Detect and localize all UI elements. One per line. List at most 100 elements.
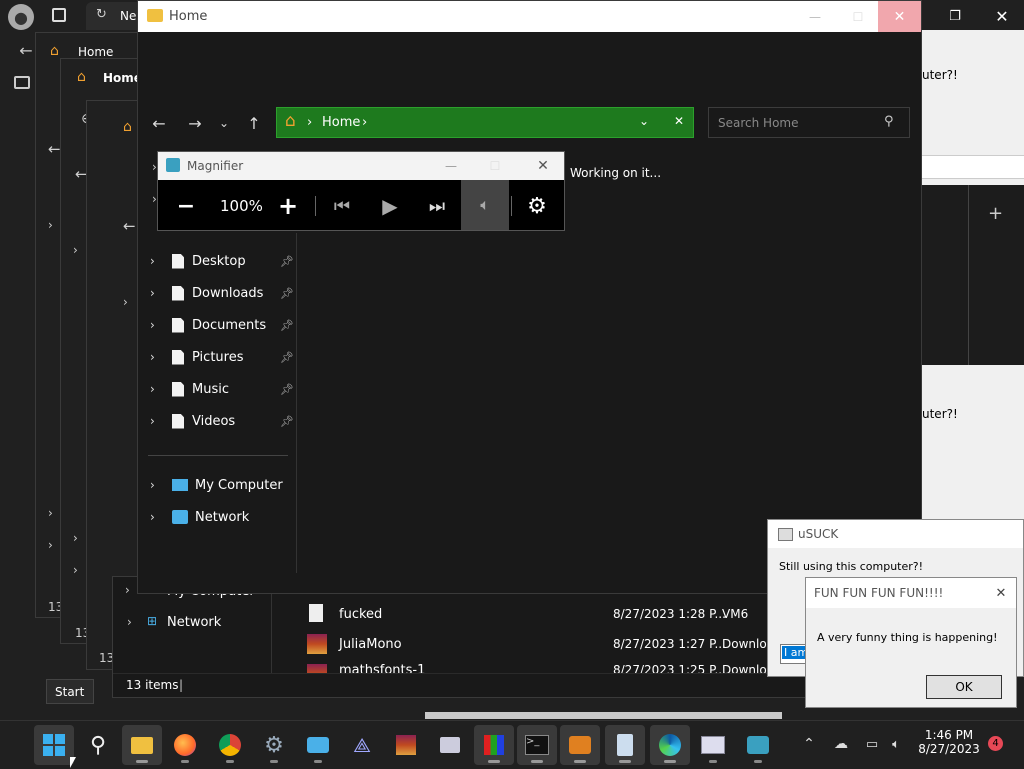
- zoom-out-button[interactable]: −: [172, 192, 200, 220]
- clock[interactable]: 1:46 PM 8/27/2023: [914, 728, 984, 762]
- back-arrow-icon[interactable]: ←: [146, 113, 172, 133]
- dialog-message: A very funny thing is happening!: [817, 631, 998, 644]
- expand-chevron-icon[interactable]: ›: [150, 382, 170, 396]
- game-button[interactable]: [474, 725, 514, 765]
- expand-chevron-icon[interactable]: ›: [150, 414, 170, 428]
- network-tool-button[interactable]: [298, 725, 338, 765]
- sidebar-item-music[interactable]: › Music 📌︎: [150, 374, 294, 404]
- tab-actions-icon[interactable]: [52, 8, 66, 22]
- scrollbar-thumb[interactable]: [425, 712, 782, 719]
- sidebar-item-network[interactable]: › Network: [150, 502, 249, 532]
- back-arrow-icon[interactable]: ←: [48, 140, 61, 158]
- expand-chevron-icon[interactable]: ›: [150, 510, 170, 524]
- computer-icon: [172, 479, 188, 491]
- address-trailing-chevron[interactable]: ›: [362, 115, 367, 130]
- sidebar-item-my-computer[interactable]: › My Computer: [150, 470, 283, 500]
- expand-chevron-icon[interactable]: ›: [48, 218, 53, 232]
- search-box[interactable]: Search Home ⚲: [708, 107, 910, 138]
- close-icon[interactable]: ✕: [528, 152, 558, 180]
- up-arrow-icon[interactable]: ↑: [242, 113, 266, 133]
- volume-icon[interactable]: 🔈︎: [886, 734, 906, 754]
- forward-arrow-icon[interactable]: →: [182, 113, 208, 133]
- pin-icon[interactable]: 📌︎: [280, 287, 294, 300]
- chrome-button[interactable]: [210, 725, 250, 765]
- expand-chevron-icon[interactable]: ›: [127, 615, 132, 629]
- expand-chevron-icon[interactable]: ›: [48, 506, 53, 520]
- next-icon[interactable]: ⏭: [423, 192, 451, 220]
- maximize-icon[interactable]: ☐: [838, 1, 878, 32]
- dialog-title-bar: uSUCK: [768, 520, 1023, 548]
- expand-chevron-icon[interactable]: ›: [73, 531, 78, 545]
- pin-icon[interactable]: 📌︎: [280, 255, 294, 268]
- expand-chevron-icon[interactable]: ›: [125, 583, 130, 597]
- expand-chevron-icon[interactable]: ›: [48, 538, 53, 552]
- settings-button[interactable]: ⚙: [254, 725, 294, 765]
- sidebar-item-network[interactable]: Network: [167, 615, 221, 630]
- calculator-button[interactable]: [605, 725, 645, 765]
- play-icon[interactable]: ▶: [376, 192, 404, 220]
- expand-chevron-icon[interactable]: ›: [73, 243, 78, 257]
- read-from-here-icon[interactable]: 🔈︎: [461, 180, 509, 230]
- minimize-icon[interactable]: —: [436, 152, 466, 180]
- terminal-button[interactable]: >_: [517, 725, 557, 765]
- search-icon[interactable]: ⚲: [884, 114, 894, 129]
- expand-chevron-icon[interactable]: ›: [150, 350, 170, 364]
- previous-icon[interactable]: ⏮: [328, 192, 356, 220]
- plus-icon[interactable]: +: [988, 203, 1003, 224]
- expand-chevron-icon[interactable]: ›: [150, 318, 170, 332]
- firefox-button[interactable]: [165, 725, 205, 765]
- network-tool-icon: [307, 737, 329, 753]
- address-home-label[interactable]: Home: [322, 115, 360, 130]
- recent-chevron-icon[interactable]: ⌄: [214, 113, 234, 133]
- network-icon[interactable]: ⊞: [147, 614, 157, 628]
- close-icon[interactable]: ✕: [878, 1, 921, 32]
- network-status-icon[interactable]: ▭: [862, 734, 882, 754]
- winrar-button[interactable]: [386, 725, 426, 765]
- start-button[interactable]: [34, 725, 74, 765]
- window-restore-icon[interactable]: ❐: [940, 2, 970, 30]
- chrome-icon: [219, 734, 241, 756]
- expand-chevron-icon[interactable]: ›: [73, 563, 78, 577]
- back-arrow-icon[interactable]: ←: [123, 217, 136, 235]
- cloud-sync-icon[interactable]: ☁: [830, 734, 852, 754]
- ok-button[interactable]: OK: [926, 675, 1002, 699]
- search-button[interactable]: ⚲: [78, 725, 118, 765]
- sidebar-item-pictures[interactable]: › Pictures 📌︎: [150, 342, 294, 372]
- avatar[interactable]: ●: [8, 4, 34, 30]
- expand-chevron-icon[interactable]: ›: [123, 295, 128, 309]
- minimize-icon[interactable]: —: [792, 1, 838, 32]
- zoom-in-button[interactable]: +: [274, 192, 302, 220]
- file-explorer-button[interactable]: [122, 725, 162, 765]
- back-arrow-icon[interactable]: ←: [16, 40, 36, 60]
- window-close-icon[interactable]: ✕: [988, 2, 1016, 30]
- pin-icon[interactable]: 📌︎: [280, 351, 294, 364]
- address-dropdown-icon[interactable]: ⌄: [639, 114, 649, 128]
- settings-gear-icon[interactable]: ⚙: [522, 192, 552, 220]
- dialog-title: uSUCK: [798, 527, 839, 541]
- expand-chevron-icon[interactable]: ›: [150, 478, 170, 492]
- magnifier-button[interactable]: [738, 725, 778, 765]
- show-hidden-icons-chevron[interactable]: ⌃: [800, 734, 818, 754]
- folder-icon[interactable]: [14, 76, 30, 89]
- close-icon[interactable]: ✕: [990, 582, 1012, 604]
- sidebar-item-downloads[interactable]: › Downloads 📌︎: [150, 278, 294, 308]
- hex-editor-button[interactable]: [430, 725, 470, 765]
- pin-icon[interactable]: 📌︎: [280, 415, 294, 428]
- sidebar-item-documents[interactable]: › Documents 📌︎: [150, 310, 294, 340]
- address-clear-icon[interactable]: ✕: [674, 114, 684, 128]
- pin-icon[interactable]: 📌︎: [280, 319, 294, 332]
- media-player-button[interactable]: [560, 725, 600, 765]
- maximize-icon[interactable]: ☐: [480, 152, 510, 180]
- inkscape-button[interactable]: ⟁: [342, 725, 382, 765]
- pin-icon[interactable]: 📌︎: [280, 383, 294, 396]
- expand-chevron-icon[interactable]: ›: [150, 254, 170, 268]
- sidebar-item-videos[interactable]: › Videos 📌︎: [150, 406, 294, 436]
- address-bar[interactable]: ⌂ › Home › ⌄ ✕: [276, 107, 694, 138]
- background-tab-strip: [922, 155, 1024, 179]
- document-icon: [309, 604, 323, 622]
- sidebar-item-desktop[interactable]: › Desktop 📌︎: [150, 246, 294, 276]
- notification-badge[interactable]: 4: [988, 736, 1003, 751]
- expand-chevron-icon[interactable]: ›: [150, 286, 170, 300]
- monitor-button[interactable]: [693, 725, 733, 765]
- edge-button[interactable]: [650, 725, 690, 765]
